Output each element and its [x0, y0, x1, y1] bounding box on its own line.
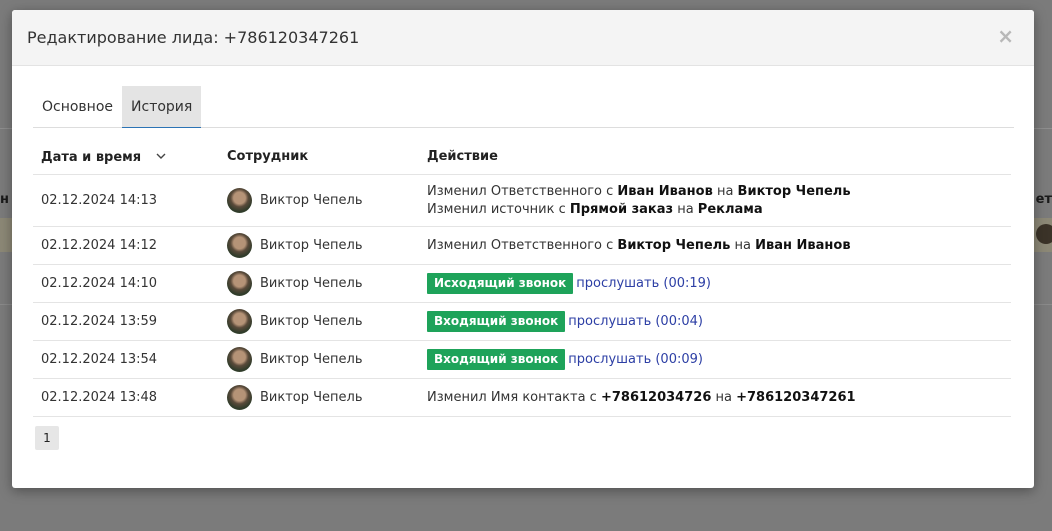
table-header-row: Дата и время Сотрудник Действие — [33, 140, 1011, 175]
background-text-left: н — [0, 192, 9, 207]
avatar — [227, 232, 252, 258]
employee: Виктор Чепель — [227, 232, 419, 258]
action-value: Иван Иванов — [617, 183, 713, 199]
modal-header: Редактирование лида: +786120347261 × — [12, 10, 1034, 66]
background-row-right — [1034, 218, 1052, 252]
cell-date: 02.12.2024 13:59 — [33, 302, 219, 341]
table-row: 02.12.2024 13:59 Виктор Чепель Входящий зв… — [33, 302, 1011, 341]
action-value: Реклама — [697, 201, 763, 217]
call-type-badge: Входящий звонок — [427, 310, 566, 332]
table-row: 02.12.2024 13:54 Виктор Чепель Входящий зв… — [33, 340, 1011, 379]
cell-employee: Виктор Чепель — [219, 226, 419, 265]
employee-name: Виктор Чепель — [260, 192, 363, 208]
tab-bar: Основное История — [33, 86, 1014, 128]
cell-date: 02.12.2024 13:54 — [33, 340, 219, 379]
action-line: Изменил Ответственного с Иван Иванов на … — [427, 184, 1011, 199]
cell-employee: Виктор Чепель — [219, 302, 419, 341]
employee-name: Виктор Чепель — [260, 313, 363, 329]
background-text-right: ет — [1035, 192, 1052, 207]
cell-action: Входящий звонок прослушать (00:04) — [419, 302, 1011, 341]
action-text: на — [712, 183, 738, 199]
action-text: на — [730, 237, 756, 253]
listen-link[interactable]: прослушать (00:09) — [568, 352, 703, 367]
employee: Виктор Чепель — [227, 384, 419, 410]
listen-link[interactable]: прослушать (00:19) — [576, 276, 711, 291]
action-text: на — [673, 201, 698, 217]
call-type-badge: Входящий звонок — [427, 348, 566, 370]
employee-name: Виктор Чепель — [260, 275, 363, 291]
action-value: Прямой заказ — [569, 201, 674, 217]
call-type-badge: Исходящий звонок — [427, 272, 574, 294]
table-row: 02.12.2024 14:10 Виктор Чепель Исходящий з… — [33, 264, 1011, 303]
employee-name: Виктор Чепель — [260, 389, 363, 405]
cell-date: 02.12.2024 14:12 — [33, 226, 219, 265]
tab-history[interactable]: История — [122, 86, 202, 128]
avatar — [227, 384, 252, 410]
action-line: Изменил источник с Прямой заказ на Рекла… — [427, 202, 1011, 217]
action-line: Изменил Ответственного с Виктор Чепель н… — [427, 238, 1011, 253]
cell-employee: Виктор Чепель — [219, 174, 419, 227]
action-text: на — [711, 389, 737, 405]
table-row: 02.12.2024 14:13 Виктор Чепель Изменил Отв… — [33, 174, 1011, 227]
background-avatar — [1036, 224, 1052, 244]
employee: Виктор Чепель — [227, 346, 419, 372]
employee-name: Виктор Чепель — [260, 237, 363, 253]
cell-action: Изменил Ответственного с Виктор Чепель н… — [419, 226, 1011, 265]
modal-title: Редактирование лида: +786120347261 — [27, 28, 360, 47]
close-icon[interactable]: × — [997, 24, 1014, 48]
avatar — [227, 346, 252, 372]
avatar — [227, 270, 252, 296]
history-table: Дата и время Сотрудник Действие 02.12.20… — [33, 140, 1011, 417]
background-row-left — [0, 218, 12, 252]
cell-action: Изменил Имя контакта с +78612034726 на +… — [419, 378, 1011, 417]
table-row: 02.12.2024 14:12 Виктор Чепель Изменил Отв… — [33, 226, 1011, 265]
cell-action: Исходящий звонок прослушать (00:19) — [419, 264, 1011, 303]
listen-link[interactable]: прослушать (00:04) — [568, 314, 703, 329]
avatar — [227, 308, 252, 334]
cell-employee: Виктор Чепель — [219, 378, 419, 417]
action-text: Изменил Ответственного с — [427, 237, 618, 253]
header-date-label: Дата и время — [41, 149, 142, 165]
tab-main[interactable]: Основное — [33, 86, 122, 128]
edit-lead-modal: Редактирование лида: +786120347261 × Осн… — [12, 10, 1034, 488]
cell-date: 02.12.2024 14:13 — [33, 174, 219, 227]
table-row: 02.12.2024 13:48 Виктор Чепель Изменил Имя… — [33, 378, 1011, 417]
header-action: Действие — [419, 140, 1011, 175]
employee-name: Виктор Чепель — [260, 351, 363, 367]
cell-action: Входящий звонок прослушать (00:09) — [419, 340, 1011, 379]
cell-date: 02.12.2024 14:10 — [33, 264, 219, 303]
header-employee: Сотрудник — [219, 140, 419, 175]
action-value: Виктор Чепель — [617, 237, 731, 253]
cell-date: 02.12.2024 13:48 — [33, 378, 219, 417]
action-line: Изменил Имя контакта с +78612034726 на +… — [427, 390, 1011, 405]
action-text: Изменил Имя контакта с — [427, 389, 601, 405]
employee: Виктор Чепель — [227, 270, 419, 296]
chevron-down-icon[interactable] — [156, 149, 166, 164]
cell-employee: Виктор Чепель — [219, 264, 419, 303]
avatar — [227, 187, 252, 213]
pagination-page[interactable]: 1 — [35, 426, 59, 450]
action-text: Изменил Ответственного с — [427, 183, 618, 199]
cell-action: Изменил Ответственного с Иван Иванов на … — [419, 174, 1011, 227]
action-value: +786120347261 — [736, 389, 856, 405]
employee: Виктор Чепель — [227, 308, 419, 334]
header-date[interactable]: Дата и время — [33, 140, 219, 175]
action-value: +78612034726 — [600, 389, 712, 405]
cell-employee: Виктор Чепель — [219, 340, 419, 379]
employee: Виктор Чепель — [227, 187, 419, 213]
action-value: Иван Иванов — [755, 237, 851, 253]
action-text: Изменил источник с — [427, 201, 570, 217]
action-value: Виктор Чепель — [737, 183, 851, 199]
